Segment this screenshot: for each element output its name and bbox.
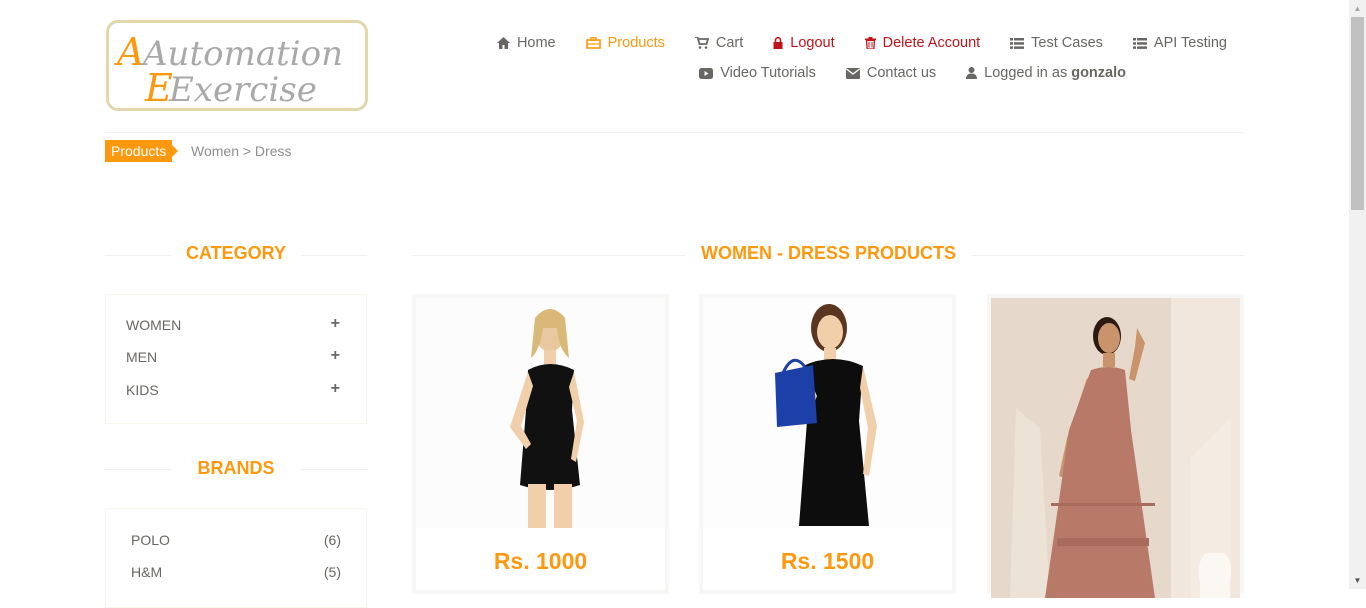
user-icon <box>966 67 978 79</box>
lock-icon <box>773 37 783 49</box>
category-title: CATEGORY <box>171 243 301 264</box>
product-image[interactable] <box>416 298 665 528</box>
category-men[interactable]: MEN <box>126 349 157 365</box>
products-icon <box>585 37 601 49</box>
plus-icon[interactable]: + <box>331 380 340 398</box>
plus-icon[interactable]: + <box>331 315 340 333</box>
product-card <box>987 294 1244 598</box>
product-price: Rs. 1500 <box>780 548 875 574</box>
trash-icon <box>864 37 876 49</box>
breadcrumb-path: Women > Dress <box>191 143 292 159</box>
brand-polo-count: (6) <box>323 532 341 548</box>
product-card: Rs. 1500 <box>699 294 956 594</box>
products-title: WOMEN - DRESS PRODUCTS <box>686 243 972 264</box>
breadcrumb-products[interactable]: Products <box>105 140 179 162</box>
product-price: Rs. 1000 <box>493 548 588 574</box>
username: gonzalo <box>1071 65 1126 81</box>
nav-test-cases[interactable]: Test Cases <box>1010 35 1103 51</box>
product-card: Rs. 1000 <box>412 294 669 594</box>
home-icon <box>496 37 510 49</box>
youtube-icon <box>699 67 714 79</box>
plus-icon[interactable]: + <box>331 347 340 365</box>
cart-icon <box>694 37 709 49</box>
product-image[interactable] <box>703 298 952 528</box>
nav-cart[interactable]: Cart <box>694 35 743 51</box>
brands-panel: POLO (6) H&M (5) <box>105 508 367 608</box>
main-nav: Home Products Cart Logout Delete Account… <box>496 28 1245 88</box>
list-icon <box>1132 37 1147 49</box>
site-logo[interactable]: A Automation E Exercise <box>106 20 368 111</box>
brand-hm-count: (5) <box>323 564 341 580</box>
scroll-thumb[interactable] <box>1351 17 1364 210</box>
envelope-icon <box>845 67 860 79</box>
category-kids[interactable]: KIDS <box>126 382 159 398</box>
brands-title: BRANDS <box>171 458 301 479</box>
header-divider <box>105 132 1245 133</box>
category-women[interactable]: WOMEN <box>126 317 181 333</box>
nav-delete-account[interactable]: Delete Account <box>864 35 980 51</box>
svg-text:A: A <box>114 30 144 74</box>
nav-contact-us[interactable]: Contact us <box>845 65 936 81</box>
logo-text-2: Exercise <box>168 70 317 108</box>
brand-hm[interactable]: H&M <box>131 564 162 580</box>
nav-logout[interactable]: Logout <box>773 35 835 51</box>
nav-logged-in-as: Logged in as gonzalo <box>966 65 1126 81</box>
category-panel: WOMEN + MEN + KIDS + <box>105 294 367 424</box>
brand-polo[interactable]: POLO <box>131 532 170 548</box>
product-image[interactable] <box>991 298 1240 598</box>
nav-video-tutorials[interactable]: Video Tutorials <box>699 65 816 81</box>
nav-home[interactable]: Home <box>496 35 556 51</box>
nav-products[interactable]: Products <box>585 35 665 51</box>
nav-api-testing[interactable]: API Testing <box>1132 35 1227 51</box>
scroll-up-arrow-icon[interactable]: ▲ <box>1349 0 1366 17</box>
list-icon <box>1010 37 1025 49</box>
page-scrollbar[interactable]: ▲ ▼ <box>1349 0 1366 589</box>
scroll-down-arrow-icon[interactable]: ▼ <box>1349 572 1366 589</box>
